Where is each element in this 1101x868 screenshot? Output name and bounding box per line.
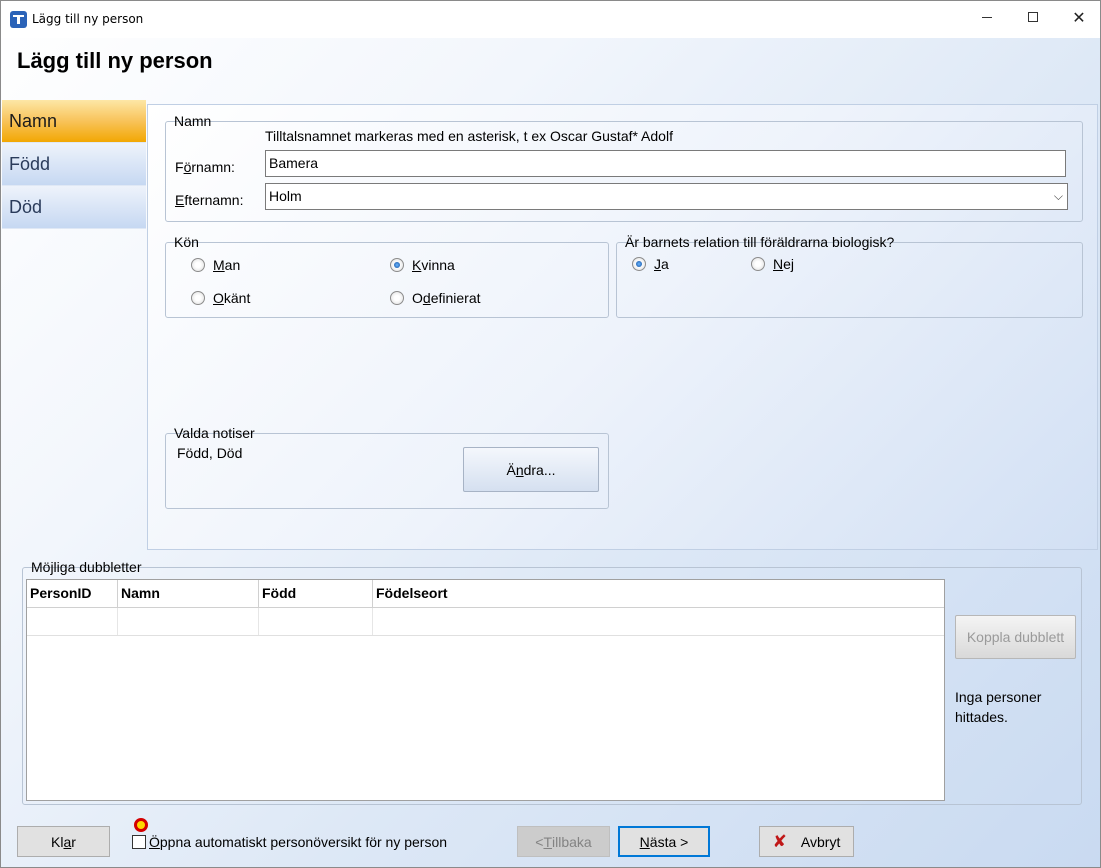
nav-item-fodd[interactable]: Född (2, 143, 146, 186)
checkbox[interactable] (132, 835, 146, 849)
dialog-window: Lägg till ny person ✕ Lägg till ny perso… (0, 0, 1101, 868)
nav-item-label: Namn (9, 110, 58, 131)
firstname-label: Förnamn: (175, 159, 235, 175)
radio-label: Odefinierat (412, 290, 481, 306)
lastname-combobox[interactable]: Holm ⌵ (265, 183, 1068, 210)
close-button[interactable]: ✕ (1056, 1, 1101, 33)
radio-button[interactable] (751, 257, 765, 271)
column-header-fodelseort[interactable]: Födelseort (373, 580, 944, 607)
done-button[interactable]: Kl a r (17, 826, 110, 857)
bio-radio-ja[interactable]: Ja (632, 256, 669, 272)
radio-label: Man (213, 257, 241, 273)
maximize-icon (1028, 12, 1038, 22)
radio-button-selected[interactable] (390, 258, 404, 272)
minimize-button[interactable] (964, 1, 1010, 33)
column-header-fodd[interactable]: Född (259, 580, 373, 607)
cancel-button[interactable]: ✘ Avbryt (759, 826, 854, 857)
notes-group: Valda notiser Född, Död Än dra... (165, 425, 609, 509)
lastname-label: Efternamn: (175, 192, 244, 208)
table-cell (373, 608, 944, 635)
next-button[interactable]: Nästa > (618, 826, 710, 857)
table-cell (118, 608, 259, 635)
bio-radio-nej[interactable]: Nej (751, 256, 794, 272)
gender-radio-okant[interactable]: Okänt (191, 290, 250, 306)
app-icon (10, 11, 27, 28)
link-duplicate-button[interactable]: Koppla dubblett (955, 615, 1076, 659)
close-icon: ✕ (1072, 7, 1086, 27)
nav-item-dod[interactable]: Död (2, 186, 146, 229)
table-header: PersonID Namn Född Födelseort (27, 580, 944, 608)
change-notes-button[interactable]: Än dra... (463, 447, 599, 492)
duplicates-group-legend: Möjliga dubbletter (31, 559, 142, 575)
name-group: Namn Tilltalsnamnet markeras med en aste… (165, 113, 1083, 222)
nav-item-label: Död (9, 196, 43, 217)
column-header-personid[interactable]: PersonID (27, 580, 118, 607)
radio-button[interactable] (191, 291, 205, 305)
maximize-button[interactable] (1010, 1, 1056, 33)
nav-item-namn[interactable]: Namn (2, 100, 146, 143)
table-cell (27, 608, 118, 635)
radio-button[interactable] (191, 258, 205, 272)
radio-label: Ja (654, 256, 669, 272)
column-header-namn[interactable]: Namn (118, 580, 259, 607)
recording-indicator-icon (134, 818, 148, 832)
radio-label: Kvinna (412, 257, 455, 273)
side-navigation: Namn Född Död (2, 100, 146, 229)
notes-group-legend: Valda notiser (174, 425, 255, 441)
gender-group: Kön Man Kvinna Okänt Odefinierat (165, 234, 609, 318)
minimize-icon (982, 16, 992, 18)
table-cell (259, 608, 373, 635)
page-title: Lägg till ny person (17, 48, 213, 73)
auto-open-overview-checkbox[interactable]: Öppna automatiskt personöversikt för ny … (132, 834, 447, 850)
radio-label: Okänt (213, 290, 251, 306)
gender-group-legend: Kön (174, 234, 199, 250)
checkbox-label: Öppna automatiskt personöversikt för ny … (149, 834, 448, 850)
chevron-down-icon[interactable]: ⌵ (1054, 188, 1063, 205)
gender-radio-odefinierat[interactable]: Odefinierat (390, 290, 481, 306)
content-panel: Namn Tilltalsnamnet markeras med en aste… (147, 104, 1098, 550)
biological-group-legend: Är barnets relation till föräldrarna bio… (625, 234, 895, 250)
radio-button[interactable] (390, 291, 404, 305)
notes-value: Född, Död (177, 445, 243, 461)
nav-item-label: Född (9, 153, 51, 174)
gender-radio-man[interactable]: Man (191, 257, 240, 273)
no-persons-found-text: Inga personer hittades. (955, 689, 1042, 725)
radio-button-selected[interactable] (632, 257, 646, 271)
radio-label: Nej (773, 256, 795, 272)
firstname-input[interactable]: Bamera (265, 150, 1066, 177)
cancel-label: Avbryt (800, 833, 841, 850)
title-bar: Lägg till ny person ✕ (1, 1, 1100, 38)
table-row[interactable] (27, 608, 944, 636)
duplicates-table[interactable]: PersonID Namn Född Födelseort (26, 579, 945, 801)
window-title: Lägg till ny person (32, 12, 144, 26)
red-x-icon: ✘ (772, 831, 787, 852)
back-button[interactable]: < Tillbaka (517, 826, 610, 857)
gender-radio-kvinna[interactable]: Kvinna (390, 257, 455, 273)
name-group-legend: Namn (174, 113, 212, 129)
name-hint: Tilltalsnamnet markeras med en asterisk,… (265, 128, 673, 144)
lastname-value: Holm (269, 188, 302, 204)
biological-group: Är barnets relation till föräldrarna bio… (616, 234, 1083, 318)
